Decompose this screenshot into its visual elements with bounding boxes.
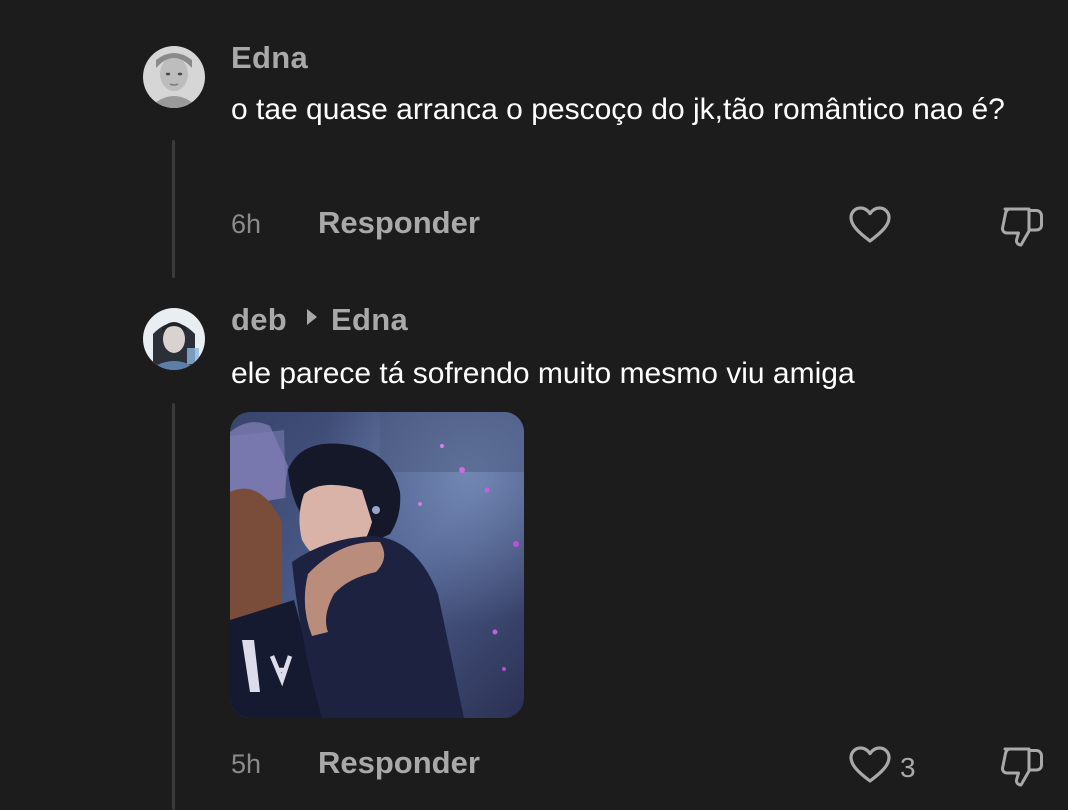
triangle-right-icon [307, 309, 318, 325]
like-button[interactable]: 3 [848, 745, 916, 790]
comment-text: o tae quase arranca o pescoço do jk,tão … [231, 93, 1005, 126]
like-button[interactable] [848, 205, 900, 250]
thread-line [172, 403, 175, 810]
reply-to-name[interactable]: Edna [331, 302, 408, 337]
thumbs-down-icon [1001, 747, 1043, 787]
comment-text: ele parece tá sofrendo muito mesmo viu a… [231, 357, 855, 390]
avatar-edna[interactable] [143, 46, 205, 108]
avatar-deb[interactable] [143, 308, 205, 370]
dislike-button[interactable] [999, 745, 1045, 794]
dislike-button[interactable] [999, 205, 1045, 254]
thread-line [172, 140, 175, 278]
author-name[interactable]: deb [231, 302, 287, 337]
like-count: 3 [900, 751, 916, 783]
author-name[interactable]: Edna [231, 40, 308, 75]
reply-button[interactable]: Responder [318, 745, 480, 781]
comment-author-line: deb Edna [231, 302, 408, 338]
photo-content [230, 412, 524, 718]
comment-timestamp: 6h [231, 209, 262, 239]
reply-button[interactable]: Responder [318, 205, 480, 241]
comment-timestamp: 5h [231, 749, 262, 779]
attached-photo[interactable] [230, 412, 524, 718]
heart-outline-icon [848, 745, 892, 790]
comment-author[interactable]: Edna [231, 40, 308, 76]
heart-outline-icon [848, 205, 892, 250]
thumbs-down-icon [1001, 207, 1043, 247]
